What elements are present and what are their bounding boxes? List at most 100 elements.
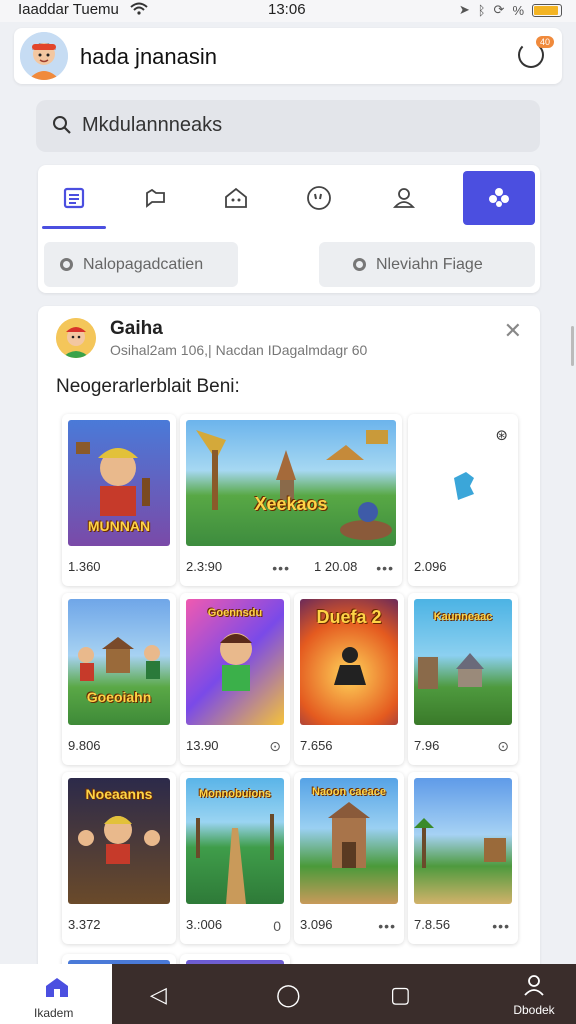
game-thumbnail: Kaunneaac xyxy=(414,599,512,725)
game-card[interactable]: Noeaanns 3.372 xyxy=(62,772,176,944)
game-count: 2.3:90 xyxy=(186,559,223,574)
game-card[interactable]: Naoon caeace 3.096 ••• xyxy=(294,772,404,944)
game-thumbnail xyxy=(414,778,512,904)
game-count: 3.096 xyxy=(300,917,333,932)
game-count: 7.656 xyxy=(300,738,333,753)
game-card[interactable]: Xeekaos 2.3:90 ••• 1 20.08 ••• xyxy=(180,414,402,586)
close-icon[interactable]: ✕ xyxy=(504,318,522,344)
battery-fill xyxy=(534,5,558,15)
game-title: Kaunneaac xyxy=(433,611,493,623)
tab-emoji[interactable] xyxy=(283,171,355,225)
game-count: 1.360 xyxy=(68,559,101,574)
search-input[interactable]: Mkdulannneaks xyxy=(82,114,222,137)
game-count: 13.90 xyxy=(186,738,219,753)
carrier-text: Iaaddаr Tuemu xyxy=(18,1,119,18)
settings-icon[interactable]: ⊛ xyxy=(495,426,508,444)
battery-icon xyxy=(532,3,562,17)
chip-label: Nleviahn Fiage xyxy=(376,255,483,273)
emoji-icon xyxy=(307,186,331,210)
game-card[interactable]: Monnobuions 3.:006 0 xyxy=(180,772,290,944)
post-description: Neogerarlerblait Beni: xyxy=(56,376,240,397)
shop-icon xyxy=(225,187,247,208)
game-count: 9.806 xyxy=(68,738,101,753)
post-card: Gaiha Osihal2am 106,| Nacdan IDagalmdagr… xyxy=(38,306,540,1014)
search-icon xyxy=(53,116,71,134)
game-card[interactable]: Goeoiahn 9.806 xyxy=(62,593,176,765)
game-title: Monnobuions xyxy=(198,788,272,800)
game-count: 3.:006 xyxy=(186,917,223,932)
game-thumbnail: Noeaanns xyxy=(68,778,170,904)
bluetooth-icon: ᛒ xyxy=(477,2,486,18)
more-icon[interactable]: ••• xyxy=(272,560,290,576)
info-icon[interactable]: ⊙ xyxy=(497,738,510,755)
radio-icon xyxy=(353,258,366,271)
game-card[interactable]: MUNNAN 1.360 xyxy=(62,414,176,586)
game-title: Noeaanns xyxy=(85,786,153,802)
post-author-name[interactable]: Gaiha xyxy=(110,318,163,340)
profile-icon xyxy=(524,975,544,996)
more-icon[interactable]: 0 xyxy=(273,918,282,934)
game-card[interactable]: Duefa 2 7.656 xyxy=(294,593,404,765)
chat-icon xyxy=(146,188,165,208)
gamepad-icon xyxy=(489,188,509,207)
nav-profile-label: Dbodek xyxy=(513,1003,555,1017)
game-count: 3.372 xyxy=(68,917,101,932)
game-card[interactable]: Kaunneaac 7.96 ⊙ xyxy=(408,593,518,765)
info-icon[interactable]: ⊙ xyxy=(269,738,282,755)
radio-icon xyxy=(60,258,73,271)
more-icon[interactable]: ••• xyxy=(376,560,394,576)
person-icon xyxy=(392,188,416,208)
category-tabs-card: Nalopagadcatien Nleviahn Fiage xyxy=(38,165,540,293)
game-title: Xeekaos xyxy=(254,494,328,514)
back-icon[interactable]: ◁ xyxy=(150,982,167,1008)
filter-chip-1[interactable]: Nalopagadcatien xyxy=(44,242,238,287)
game-title: Goeoiahn xyxy=(86,689,152,705)
chip-label: Nalopagadcatien xyxy=(83,255,204,273)
scrollbar[interactable] xyxy=(571,326,574,366)
bottom-navigation: Ikadem ◁ ◯ ▢ Dbodek xyxy=(0,964,576,1024)
game-title: Duefa 2 xyxy=(316,607,382,627)
nav-home-label: Ikadem xyxy=(34,1006,74,1020)
game-title: Goennsdu xyxy=(207,607,263,619)
status-icons: ➤ ᛒ ⟳ % xyxy=(459,2,562,18)
page-title: hada jnanasin xyxy=(80,44,218,69)
game-card[interactable]: 7.8.56 ••• xyxy=(408,772,518,944)
filter-chip-2[interactable]: Nleviahn Fiage xyxy=(319,242,535,287)
tab-games[interactable] xyxy=(463,171,535,225)
search-bar[interactable]: Mkdulannneaks xyxy=(36,100,540,152)
game-card[interactable]: Goennsdu 13.90 ⊙ xyxy=(180,593,290,765)
nav-profile[interactable]: Dbodek xyxy=(512,974,556,1020)
tab-person[interactable] xyxy=(368,171,440,225)
game-count-secondary: 1 20.08 xyxy=(314,559,358,574)
game-card[interactable]: ⊛ 2.096 xyxy=(408,414,518,586)
post-author-avatar[interactable] xyxy=(56,318,96,358)
tab-shop[interactable] xyxy=(200,171,272,225)
more-icon[interactable]: ••• xyxy=(492,918,510,934)
app-header: hada jnanasin 40 xyxy=(14,28,562,84)
tab-list[interactable] xyxy=(38,171,110,229)
nav-home[interactable]: Ikadem xyxy=(0,964,112,1024)
notification-badge: 40 xyxy=(535,36,554,48)
more-icon[interactable]: ••• xyxy=(378,918,396,934)
game-title: MUNNAN xyxy=(87,518,151,534)
list-icon xyxy=(63,187,85,209)
game-count: 7.96 xyxy=(414,738,440,753)
game-count: 7.8.56 xyxy=(414,917,451,932)
home-circle-icon[interactable]: ◯ xyxy=(276,982,301,1008)
post-meta: Osihal2am 106,| Nacdan IDagalmdagr 60 xyxy=(110,342,368,358)
recents-icon[interactable]: ▢ xyxy=(390,982,411,1008)
status-bar: Iaaddаr Tuemu 13:06 ➤ ᛒ ⟳ % xyxy=(0,0,576,22)
game-thumbnail: Goeoiahn xyxy=(68,599,170,725)
game-thumbnail: Naoon caeace xyxy=(300,778,398,904)
location-icon: ➤ xyxy=(458,2,470,17)
clock: 13:06 xyxy=(268,1,306,18)
game-thumbnail: MUNNAN xyxy=(68,420,170,546)
game-count: 2.096 xyxy=(414,559,447,574)
game-thumbnail: Goennsdu xyxy=(186,599,284,725)
percent-icon: % xyxy=(512,2,524,18)
game-title: Naoon caeace xyxy=(312,786,386,798)
wifi-icon xyxy=(130,2,148,19)
sync-icon: ⟳ xyxy=(493,2,505,17)
avatar[interactable] xyxy=(20,32,68,80)
tab-chat[interactable] xyxy=(120,171,192,225)
